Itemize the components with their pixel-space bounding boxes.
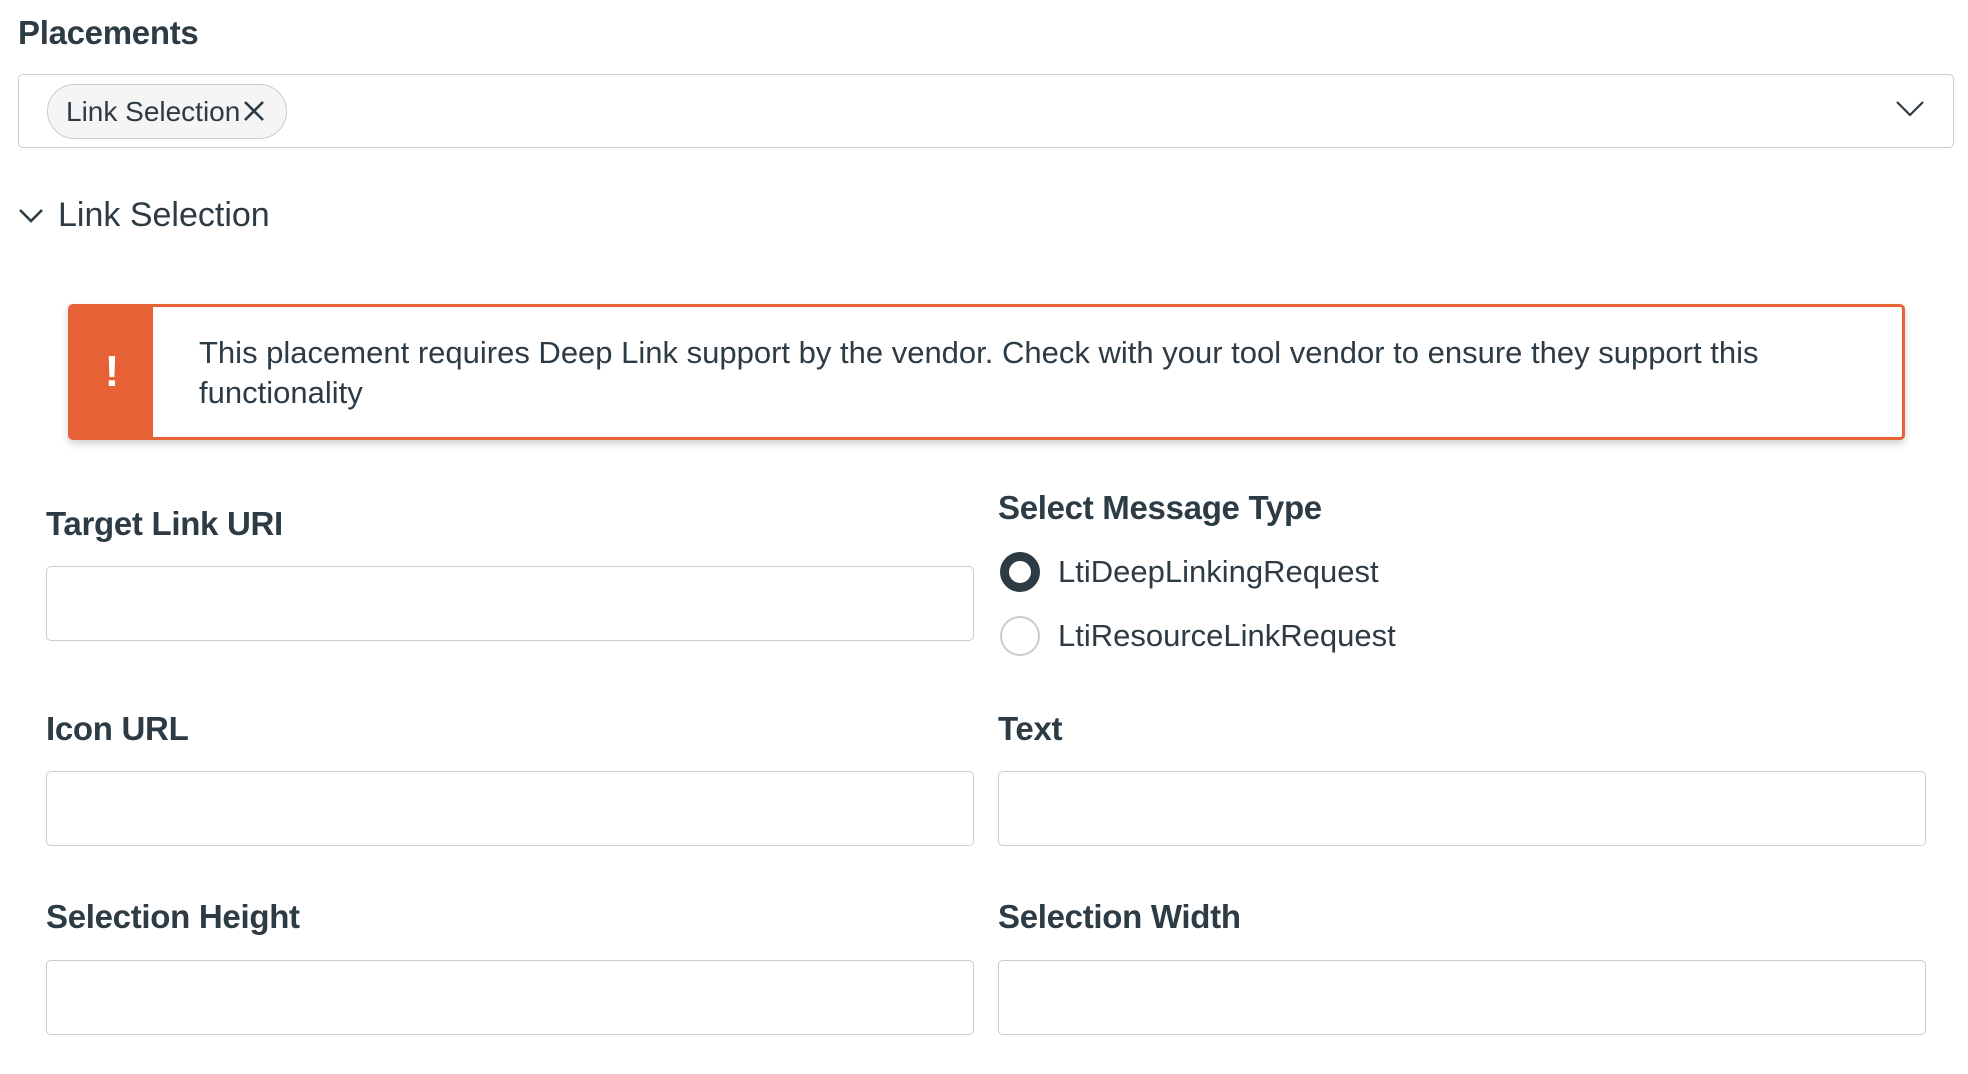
radio-deep-linking-request[interactable]: LtiDeepLinkingRequest [1000,552,1379,592]
target-link-uri-label: Target Link URI [46,505,283,542]
alert-message: This placement requires Deep Link suppor… [199,335,1759,410]
selection-width-field[interactable] [998,960,1926,1035]
selection-width-label: Selection Width [998,898,1241,935]
text-label: Text [998,710,1063,747]
selection-height-label: Selection Height [46,898,300,935]
placements-multiselect[interactable]: Link Selection [18,74,1954,148]
radio-button-checked[interactable] [1000,552,1040,592]
warning-icon: ! [71,307,153,437]
selection-height-input[interactable] [47,961,973,1034]
target-link-uri-field[interactable] [46,566,974,641]
radio-label: LtiResourceLinkRequest [1058,618,1396,653]
radio-label: LtiDeepLinkingRequest [1058,554,1379,589]
placement-tag-label: Link Selection [66,95,241,127]
section-title: Link Selection [58,196,270,234]
placements-label: Placements [18,14,199,51]
text-field[interactable] [998,771,1926,846]
close-icon[interactable] [240,97,268,125]
icon-url-input[interactable] [47,772,973,845]
target-link-uri-input[interactable] [47,567,973,640]
message-type-label: Select Message Type [998,489,1322,526]
text-input[interactable] [999,772,1925,845]
icon-url-field[interactable] [46,771,974,846]
radio-resource-link-request[interactable]: LtiResourceLinkRequest [1000,616,1396,656]
placement-tag[interactable]: Link Selection [47,84,287,139]
selection-width-input[interactable] [999,961,1925,1034]
icon-url-label: Icon URL [46,710,189,747]
chevron-down-icon [19,208,43,223]
radio-button-unchecked[interactable] [1000,616,1040,656]
selection-height-field[interactable] [46,960,974,1035]
link-selection-toggle[interactable]: Link Selection [18,196,270,235]
deep-link-warning-alert: ! This placement requires Deep Link supp… [68,304,1905,440]
chevron-down-icon[interactable] [1895,99,1925,119]
